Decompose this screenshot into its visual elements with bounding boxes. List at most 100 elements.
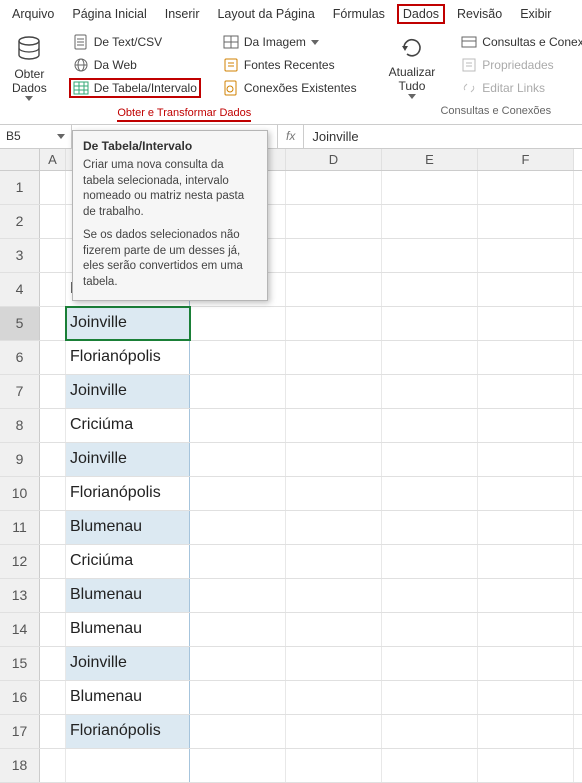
row-header[interactable]: 10 [0,477,40,510]
cell-F6[interactable] [478,341,574,374]
menu-item-arquivo[interactable]: Arquivo [6,4,60,24]
cell-D11[interactable] [286,511,382,544]
cell-F4[interactable] [478,273,574,306]
cell-C18[interactable] [190,749,286,782]
cell-A9[interactable] [40,443,66,476]
formula-input[interactable]: Joinville [304,127,582,146]
menu-item-layout-da-página[interactable]: Layout da Página [211,4,320,24]
cell-D13[interactable] [286,579,382,612]
de-text-csv-button[interactable]: De Text/CSV [69,32,201,52]
cell-B16[interactable]: Blumenau [66,681,190,714]
cell-D3[interactable] [286,239,382,272]
cell-E12[interactable] [382,545,478,578]
cell-E11[interactable] [382,511,478,544]
cell-F5[interactable] [478,307,574,340]
cell-E6[interactable] [382,341,478,374]
cell-A11[interactable] [40,511,66,544]
cell-B9[interactable]: Joinville [66,443,190,476]
cell-E10[interactable] [382,477,478,510]
cell-A7[interactable] [40,375,66,408]
cell-D10[interactable] [286,477,382,510]
cell-E17[interactable] [382,715,478,748]
cell-E18[interactable] [382,749,478,782]
cell-D12[interactable] [286,545,382,578]
row-header[interactable]: 11 [0,511,40,544]
cell-B8[interactable]: Criciúma [66,409,190,442]
cell-E3[interactable] [382,239,478,272]
cell-F2[interactable] [478,205,574,238]
cell-D15[interactable] [286,647,382,680]
cell-D2[interactable] [286,205,382,238]
row-header[interactable]: 6 [0,341,40,374]
cell-A3[interactable] [40,239,66,272]
cell-C14[interactable] [190,613,286,646]
cell-F12[interactable] [478,545,574,578]
cell-F13[interactable] [478,579,574,612]
name-box[interactable]: B5 [0,125,72,148]
col-header-D[interactable]: D [286,149,382,170]
cell-B13[interactable]: Blumenau [66,579,190,612]
cell-B11[interactable]: Blumenau [66,511,190,544]
cell-E8[interactable] [382,409,478,442]
cell-C17[interactable] [190,715,286,748]
cell-C6[interactable] [190,341,286,374]
cell-A10[interactable] [40,477,66,510]
cell-D4[interactable] [286,273,382,306]
cell-E15[interactable] [382,647,478,680]
cell-B14[interactable]: Blumenau [66,613,190,646]
menu-item-dados[interactable]: Dados [397,4,445,24]
row-header[interactable]: 1 [0,171,40,204]
cell-C8[interactable] [190,409,286,442]
row-header[interactable]: 12 [0,545,40,578]
cell-D18[interactable] [286,749,382,782]
cell-B12[interactable]: Criciúma [66,545,190,578]
cell-C13[interactable] [190,579,286,612]
cell-A12[interactable] [40,545,66,578]
da-imagem-button[interactable]: Da Imagem [219,32,361,52]
cell-C5[interactable] [190,307,286,340]
cell-F3[interactable] [478,239,574,272]
row-header[interactable]: 8 [0,409,40,442]
menu-item-exibir[interactable]: Exibir [514,4,557,24]
da-web-button[interactable]: Da Web [69,55,201,75]
cell-B6[interactable]: Florianópolis [66,341,190,374]
cell-D14[interactable] [286,613,382,646]
row-header[interactable]: 13 [0,579,40,612]
cell-A16[interactable] [40,681,66,714]
cell-A14[interactable] [40,613,66,646]
row-header[interactable]: 4 [0,273,40,306]
cell-C15[interactable] [190,647,286,680]
cell-B5[interactable]: Joinville [66,307,190,340]
col-header-E[interactable]: E [382,149,478,170]
cell-A5[interactable] [40,307,66,340]
obter-dados-button[interactable]: Obter Dados [8,32,51,103]
col-header-A[interactable]: A [40,149,66,170]
de-tabela-intervalo-button[interactable]: De Tabela/Intervalo [69,78,201,98]
cell-F17[interactable] [478,715,574,748]
cell-E13[interactable] [382,579,478,612]
cell-A13[interactable] [40,579,66,612]
cell-A8[interactable] [40,409,66,442]
atualizar-tudo-button[interactable]: Atualizar Tudo [385,32,440,101]
cell-C7[interactable] [190,375,286,408]
cell-E2[interactable] [382,205,478,238]
cell-D16[interactable] [286,681,382,714]
cell-F14[interactable] [478,613,574,646]
col-header-F[interactable]: F [478,149,574,170]
cell-F18[interactable] [478,749,574,782]
select-all-corner[interactable] [0,149,40,170]
cell-B17[interactable]: Florianópolis [66,715,190,748]
cell-E5[interactable] [382,307,478,340]
cell-C16[interactable] [190,681,286,714]
cell-E7[interactable] [382,375,478,408]
cell-F11[interactable] [478,511,574,544]
fx-button[interactable]: fx [278,125,304,148]
cell-C11[interactable] [190,511,286,544]
cell-F1[interactable] [478,171,574,204]
cell-A17[interactable] [40,715,66,748]
cell-D1[interactable] [286,171,382,204]
fontes-recentes-button[interactable]: Fontes Recentes [219,55,361,75]
cell-F10[interactable] [478,477,574,510]
row-header[interactable]: 5 [0,307,40,340]
menu-item-fórmulas[interactable]: Fórmulas [327,4,391,24]
